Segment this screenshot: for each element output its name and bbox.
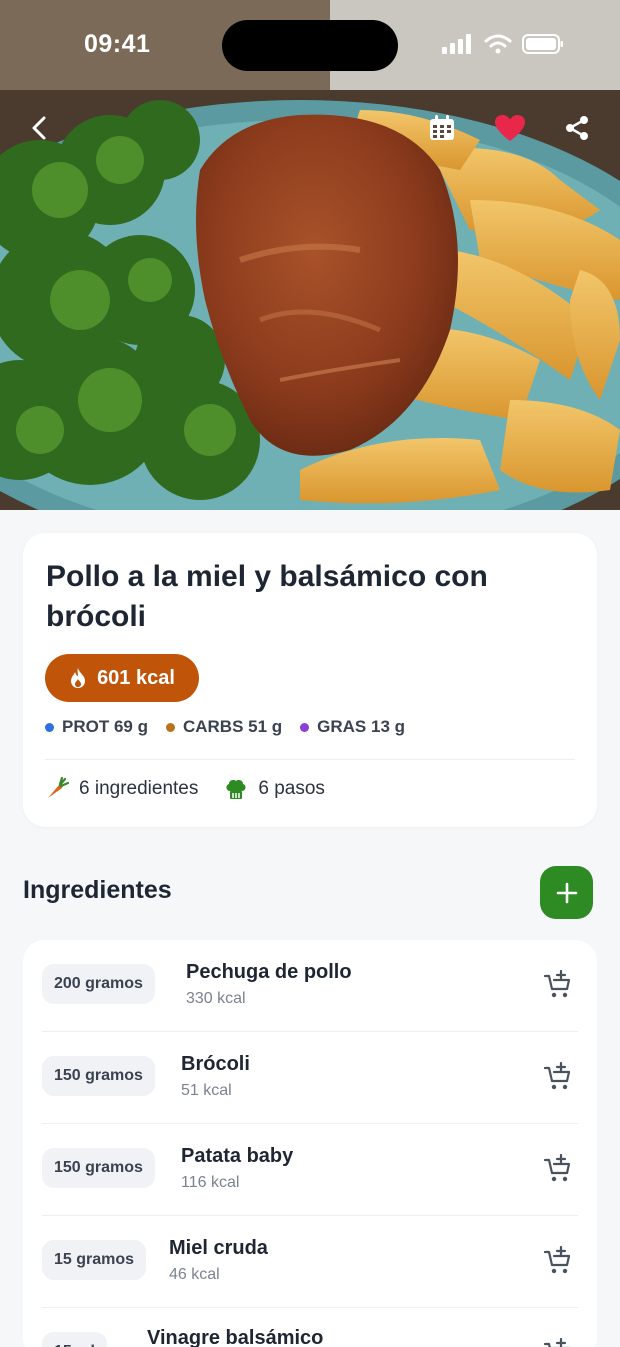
status-bar: 09:41 bbox=[0, 0, 620, 92]
ingredient-row[interactable]: 150 gramos Patata baby 116 kcal bbox=[23, 1124, 597, 1216]
ingredient-quantity: 15 ml bbox=[42, 1332, 107, 1347]
cart-add-icon bbox=[543, 969, 571, 998]
recipe-summary-card: Pollo a la miel y balsámico con brócoli … bbox=[23, 533, 597, 827]
ingredient-row[interactable]: 15 ml Vinagre balsámico bbox=[23, 1308, 597, 1347]
macros-row: PROT 69 g CARBS 51 g GRAS 13 g bbox=[45, 717, 405, 737]
chef-hat-icon bbox=[226, 780, 246, 799]
ingredient-name: Brócoli bbox=[181, 1053, 250, 1075]
add-ingredient-button[interactable] bbox=[540, 866, 593, 919]
calendar-button[interactable] bbox=[422, 108, 462, 148]
ingredient-row[interactable]: 200 gramos Pechuga de pollo 330 kcal bbox=[23, 940, 597, 1032]
steps-count: 6 pasos bbox=[224, 777, 325, 801]
add-to-cart-button[interactable] bbox=[543, 1337, 573, 1347]
cellular-signal-icon bbox=[442, 34, 471, 54]
plus-icon bbox=[556, 882, 577, 903]
ingredients-count-label: 6 ingredientes bbox=[79, 778, 199, 799]
heart-icon bbox=[495, 115, 525, 141]
dynamic-island bbox=[222, 20, 398, 71]
carrot-icon bbox=[48, 777, 69, 798]
add-to-cart-button[interactable] bbox=[543, 969, 573, 1000]
macro-protein-dot bbox=[45, 722, 54, 732]
cart-add-icon bbox=[543, 1337, 570, 1347]
kcal-value: 601 kcal bbox=[97, 666, 175, 689]
recipe-title: Pollo a la miel y balsámico con brócoli bbox=[46, 560, 488, 633]
macro-carbs: CARBS 51 g bbox=[165, 717, 283, 737]
share-button[interactable] bbox=[557, 108, 597, 148]
ingredient-name: Vinagre balsámico bbox=[147, 1327, 324, 1347]
flame-icon bbox=[71, 668, 86, 688]
ingredient-kcal: 116 kcal bbox=[181, 1174, 240, 1191]
add-to-cart-button[interactable] bbox=[543, 1245, 573, 1276]
macro-protein: PROT 69 g bbox=[45, 717, 148, 737]
cart-add-icon bbox=[543, 1061, 571, 1090]
ingredients-count: 6 ingredientes bbox=[45, 777, 198, 801]
recipe-meta-row: 6 ingredientes 6 pasos bbox=[45, 777, 325, 801]
ingredient-quantity: 150 gramos bbox=[42, 1148, 155, 1188]
macro-fat-label: GRAS 13 g bbox=[317, 717, 406, 736]
ingredient-quantity: 200 gramos bbox=[42, 964, 155, 1004]
favorite-button[interactable] bbox=[490, 108, 530, 148]
top-action-bar bbox=[0, 100, 620, 156]
kcal-badge: 601 kcal bbox=[45, 654, 199, 702]
ingredient-name: Pechuga de pollo bbox=[186, 961, 352, 983]
add-to-cart-button[interactable] bbox=[543, 1061, 573, 1092]
ingredient-kcal: 51 kcal bbox=[181, 1082, 232, 1099]
add-to-cart-button[interactable] bbox=[543, 1153, 573, 1184]
chevron-left-icon bbox=[32, 116, 46, 140]
ingredient-row[interactable]: 150 gramos Brócoli 51 kcal bbox=[23, 1032, 597, 1124]
ingredient-name: Miel cruda bbox=[169, 1237, 268, 1259]
macro-fat-dot bbox=[300, 722, 310, 732]
macro-fat: GRAS 13 g bbox=[300, 717, 405, 737]
macro-protein-label: PROT 69 g bbox=[62, 717, 148, 736]
ingredient-row[interactable]: 15 gramos Miel cruda 46 kcal bbox=[23, 1216, 597, 1308]
wifi-icon bbox=[484, 34, 512, 54]
ingredients-list: 200 gramos Pechuga de pollo 330 kcal 150… bbox=[23, 940, 597, 1347]
share-icon bbox=[566, 116, 588, 140]
ingredients-section-title: Ingredientes bbox=[23, 876, 172, 904]
ingredient-quantity: 15 gramos bbox=[42, 1240, 147, 1280]
card-divider bbox=[45, 759, 575, 760]
cart-add-icon bbox=[543, 1153, 571, 1182]
macro-carbs-dot bbox=[165, 722, 175, 732]
macro-carbs-label: CARBS 51 g bbox=[182, 717, 283, 736]
ingredient-kcal: 46 kcal bbox=[169, 1266, 220, 1283]
status-icons bbox=[442, 34, 564, 54]
battery-icon bbox=[522, 34, 563, 54]
calendar-icon bbox=[430, 115, 454, 140]
cart-add-icon bbox=[543, 1245, 571, 1274]
steps-count-label: 6 pasos bbox=[258, 778, 325, 799]
status-time: 09:41 bbox=[84, 30, 151, 58]
ingredient-quantity: 150 gramos bbox=[42, 1056, 155, 1096]
ingredient-kcal: 330 kcal bbox=[186, 990, 246, 1007]
back-button[interactable] bbox=[20, 108, 60, 148]
ingredient-name: Patata baby bbox=[181, 1145, 294, 1167]
